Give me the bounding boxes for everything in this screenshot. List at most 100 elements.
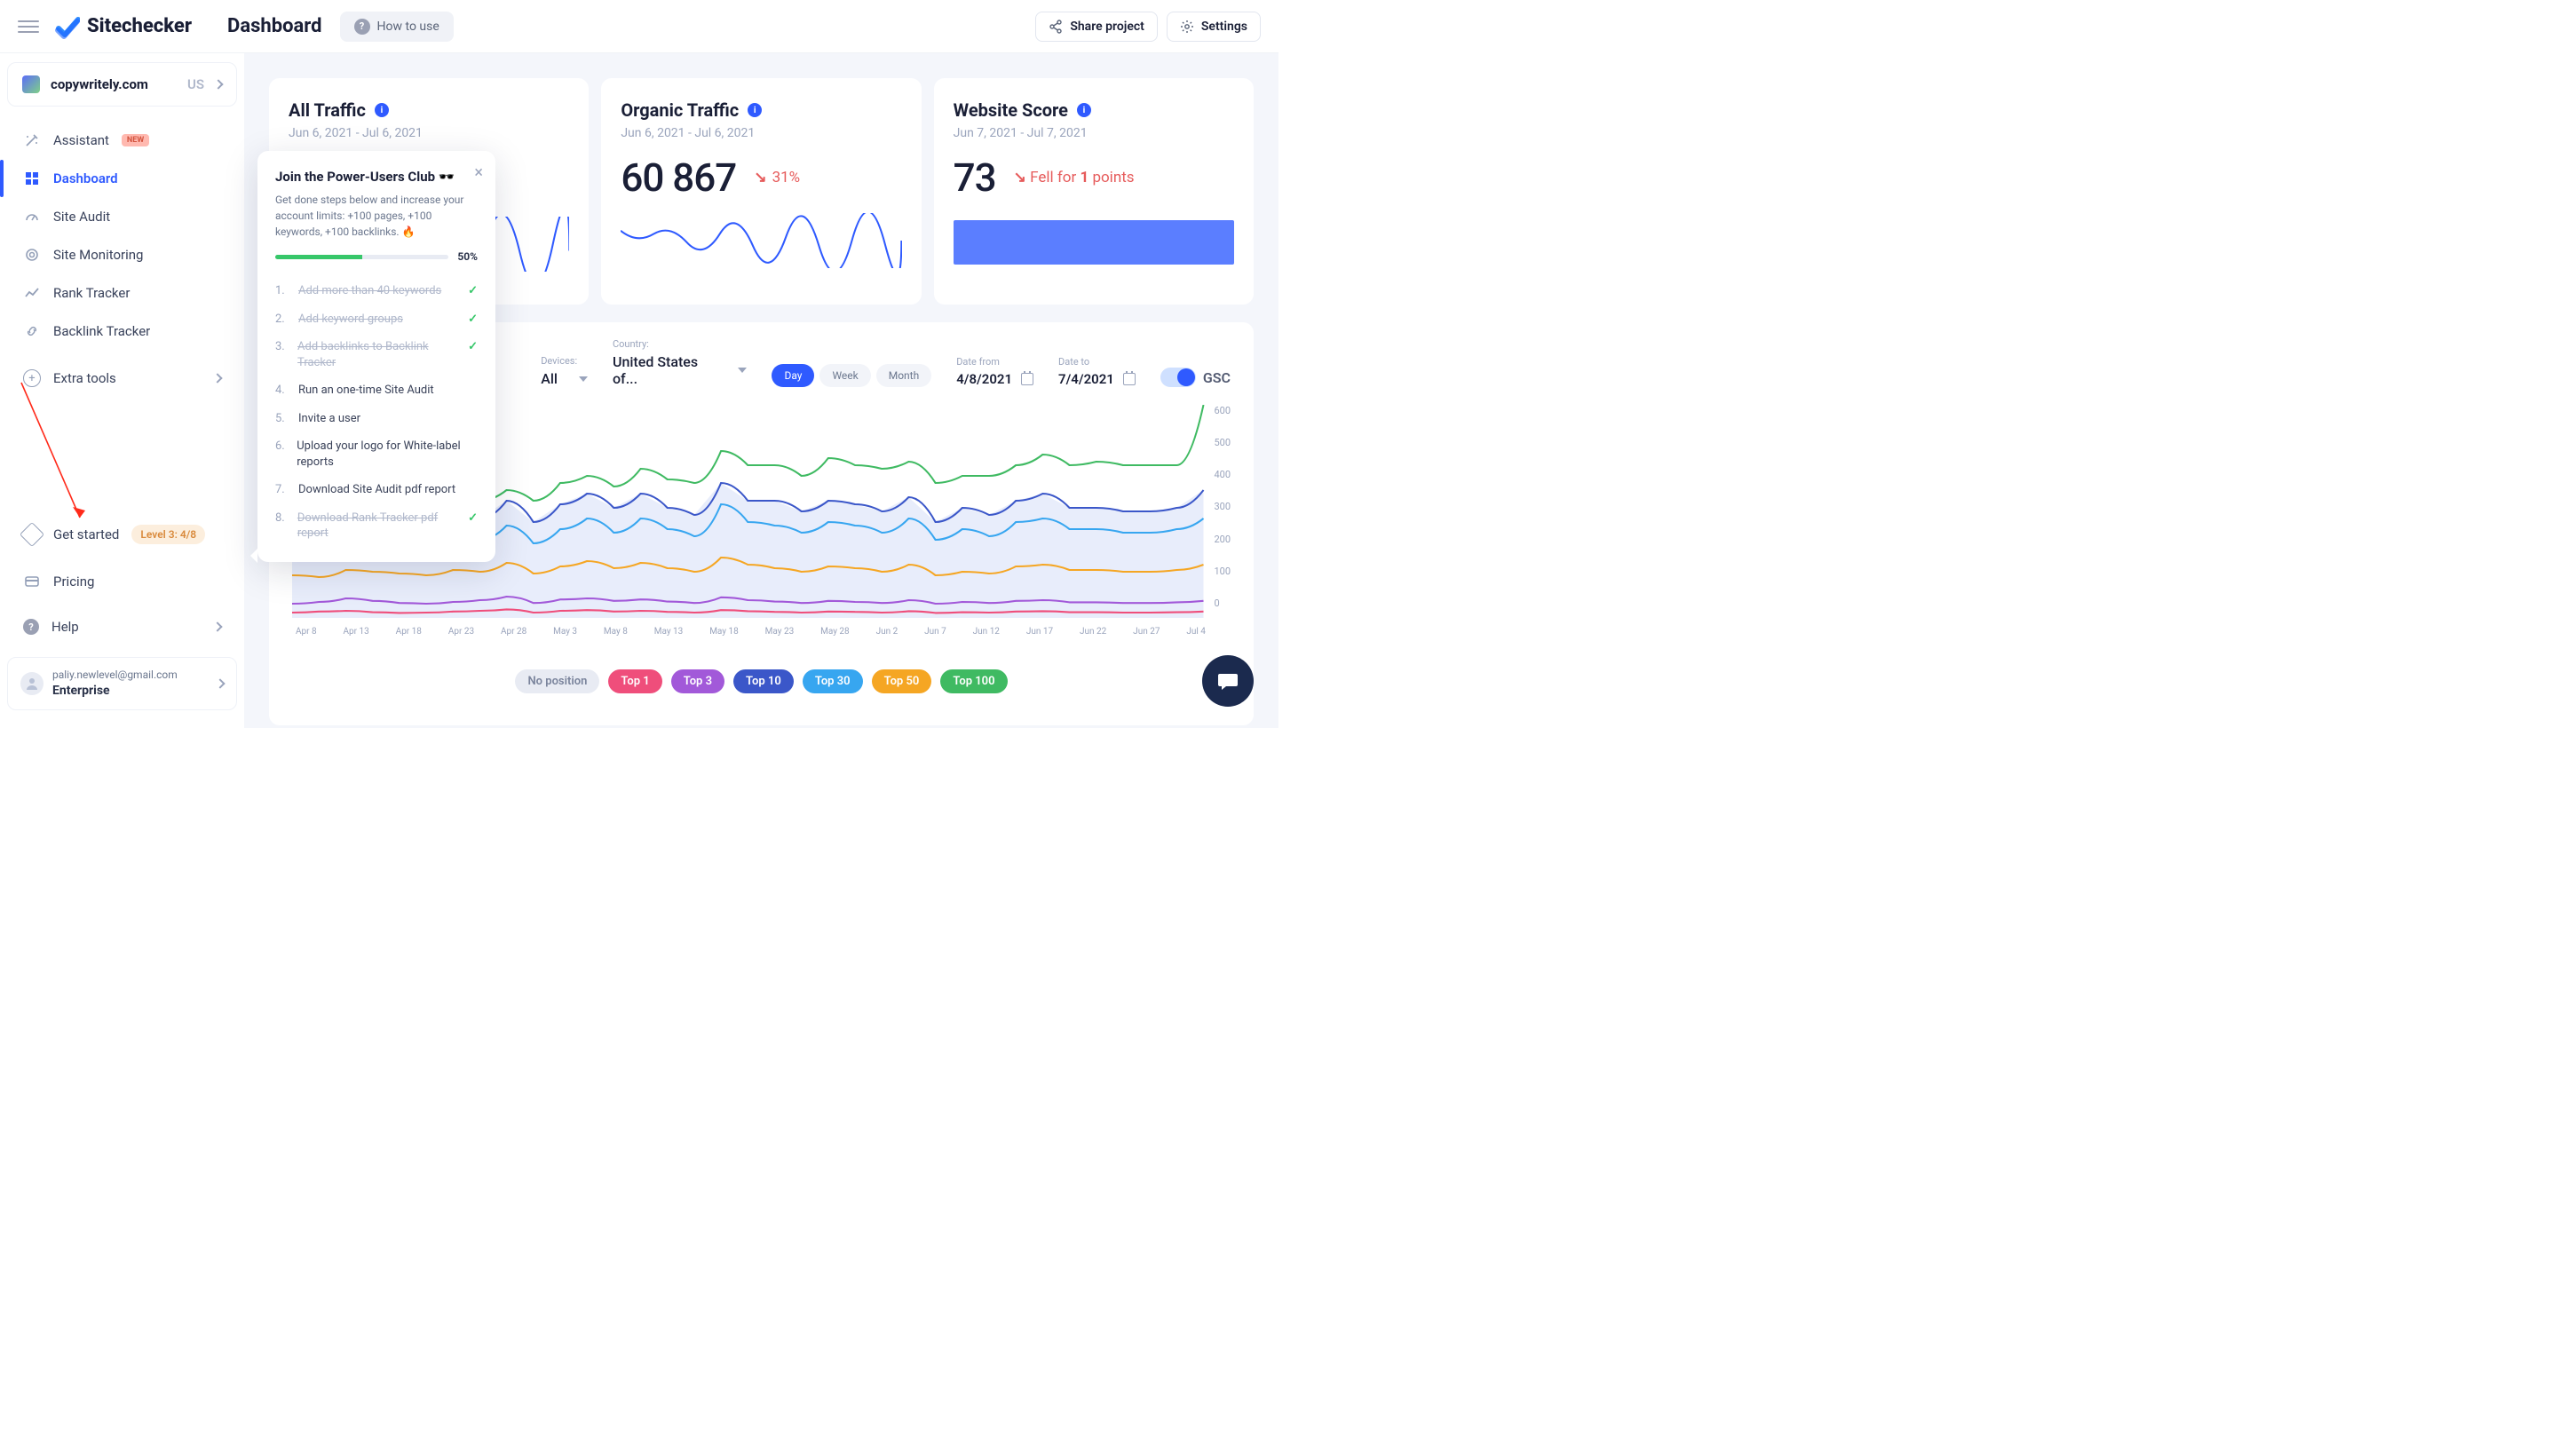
level-pill: Level 3: 4/8 [131, 525, 205, 544]
how-to-use-label: How to use [377, 20, 439, 34]
onboarding-step[interactable]: 8.Download Rank Tracker pdf report✓ [275, 504, 478, 548]
country-filter[interactable]: Country: United States of... [613, 338, 747, 387]
plus-circle-icon: + [23, 369, 41, 387]
legend-top-10[interactable]: Top 10 [733, 669, 794, 693]
legend-top-3[interactable]: Top 3 [671, 669, 724, 693]
nav-pricing[interactable]: Pricing [7, 563, 237, 600]
legend-top-50[interactable]: Top 50 [872, 669, 932, 693]
seg-week[interactable]: Week [819, 364, 870, 387]
share-icon [1049, 20, 1063, 34]
nav-site-monitoring[interactable]: Site Monitoring [7, 236, 237, 273]
onboarding-step[interactable]: 5.Invite a user [275, 405, 478, 433]
chevron-down-icon [579, 376, 588, 382]
trend-down-icon: ↘ [1014, 169, 1026, 186]
nav-label: Dashboard [53, 170, 118, 186]
card-title: Organic Traffic [621, 99, 739, 121]
site-domain: copywritely.com [51, 76, 177, 92]
main-nav: Assistant NEW Dashboard Site Audit Site M… [7, 121, 237, 351]
info-icon[interactable]: i [375, 103, 389, 117]
nav-site-audit[interactable]: Site Audit [7, 198, 237, 235]
user-menu[interactable]: paliy.newlevel@gmail.com Enterprise [7, 657, 237, 710]
get-started-label: Get started [53, 526, 119, 542]
onboarding-step[interactable]: 6.Upload your logo for White-label repor… [275, 432, 478, 476]
diamond-icon [20, 522, 44, 547]
metric-value: 73 [954, 154, 996, 201]
filter-value: United States of... [613, 353, 716, 387]
nav-label: Pricing [53, 574, 94, 590]
metric-value: 60 867 [621, 154, 736, 201]
nav-label: Help [51, 619, 79, 635]
onboarding-step[interactable]: 2.Add keyword groups✓ [275, 305, 478, 334]
onboarding-step[interactable]: 4.Run an one-time Site Audit [275, 376, 478, 405]
calendar-icon [1123, 373, 1136, 385]
range-segment: Day Week Month [772, 364, 931, 387]
seg-day[interactable]: Day [772, 364, 814, 387]
nav-label: Backlink Tracker [53, 323, 150, 339]
card-title: All Traffic [289, 99, 366, 121]
settings-button[interactable]: Settings [1167, 12, 1261, 42]
nav-help[interactable]: ? Help [7, 609, 237, 645]
nav-label: Site Monitoring [53, 247, 143, 263]
legend-top-30[interactable]: Top 30 [803, 669, 863, 693]
gauge-icon [23, 208, 41, 226]
date-value: 7/4/2021 [1058, 371, 1114, 387]
date-to-filter[interactable]: Date to 7/4/2021 [1058, 356, 1136, 387]
target-icon [23, 246, 41, 264]
page-title: Dashboard [227, 15, 322, 37]
chevron-right-icon [213, 79, 223, 89]
nav-rank-tracker[interactable]: Rank Tracker [7, 274, 237, 312]
wand-icon [23, 131, 41, 149]
site-selector[interactable]: copywritely.com US [7, 62, 237, 107]
settings-label: Settings [1201, 20, 1247, 34]
onboarding-step[interactable]: 3.Add backlinks to Backlink Tracker✓ [275, 333, 478, 376]
nav-extra-tools[interactable]: + Extra tools [7, 360, 237, 397]
popup-subtitle: Get done steps below and increase your a… [275, 192, 478, 240]
share-project-button[interactable]: Share project [1035, 12, 1158, 42]
filter-label: Date to [1058, 356, 1136, 368]
link-icon [23, 322, 41, 340]
app-header: Sitechecker Dashboard ? How to use Share… [0, 0, 1278, 53]
nav-dashboard[interactable]: Dashboard [7, 160, 237, 197]
popup-title: Join the Power-Users Club 🕶️ [275, 169, 478, 185]
card-organic-traffic: Organic Traffic i Jun 6, 2021 - Jul 6, 20… [601, 78, 921, 305]
score-bar [954, 220, 1234, 265]
onboarding-step[interactable]: 7.Download Site Audit pdf report [275, 476, 478, 504]
legend-no-position[interactable]: No position [515, 669, 599, 693]
logo-check-icon [55, 14, 80, 39]
onboarding-step[interactable]: 1.Add more than 40 keywords✓ [275, 277, 478, 305]
chevron-right-icon [215, 678, 225, 688]
chevron-down-icon [738, 368, 747, 373]
filter-label: Date from [956, 356, 1033, 368]
gsc-toggle[interactable] [1160, 368, 1196, 387]
nav-label: Site Audit [53, 209, 110, 225]
menu-icon[interactable] [18, 16, 39, 37]
info-icon[interactable]: i [748, 103, 762, 117]
close-icon[interactable]: × [474, 163, 483, 182]
user-email: paliy.newlevel@gmail.com [52, 669, 208, 683]
card-range: Jun 6, 2021 - Jul 6, 2021 [289, 126, 569, 140]
date-from-filter[interactable]: Date from 4/8/2021 [956, 356, 1033, 387]
brand-name: Sitechecker [87, 15, 192, 37]
new-badge: NEW [122, 134, 149, 146]
question-icon: ? [23, 619, 39, 635]
nav-backlink-tracker[interactable]: Backlink Tracker [7, 313, 237, 350]
calendar-icon [1021, 373, 1033, 385]
info-icon[interactable]: i [1077, 103, 1091, 117]
card-title: Website Score [954, 99, 1068, 121]
how-to-use-button[interactable]: ? How to use [340, 12, 454, 42]
card-range: Jun 6, 2021 - Jul 6, 2021 [621, 126, 901, 140]
metric-delta: ↘ Fell for 1 points [1014, 169, 1135, 186]
devices-filter[interactable]: Devices: All [541, 355, 588, 387]
legend-top-100[interactable]: Top 100 [940, 669, 1007, 693]
progress-pct: 50% [457, 250, 478, 263]
chat-fab[interactable] [1202, 655, 1254, 707]
seg-month[interactable]: Month [876, 364, 931, 387]
nav-label: Assistant [53, 132, 109, 148]
nav-assistant[interactable]: Assistant NEW [7, 122, 237, 159]
brand-logo[interactable]: Sitechecker [55, 14, 192, 39]
chevron-right-icon [212, 373, 222, 383]
filter-label: Devices: [541, 355, 588, 367]
get-started-button[interactable]: Get started Level 3: 4/8 [7, 515, 237, 554]
legend-top-1[interactable]: Top 1 [608, 669, 661, 693]
question-icon: ? [354, 19, 370, 35]
